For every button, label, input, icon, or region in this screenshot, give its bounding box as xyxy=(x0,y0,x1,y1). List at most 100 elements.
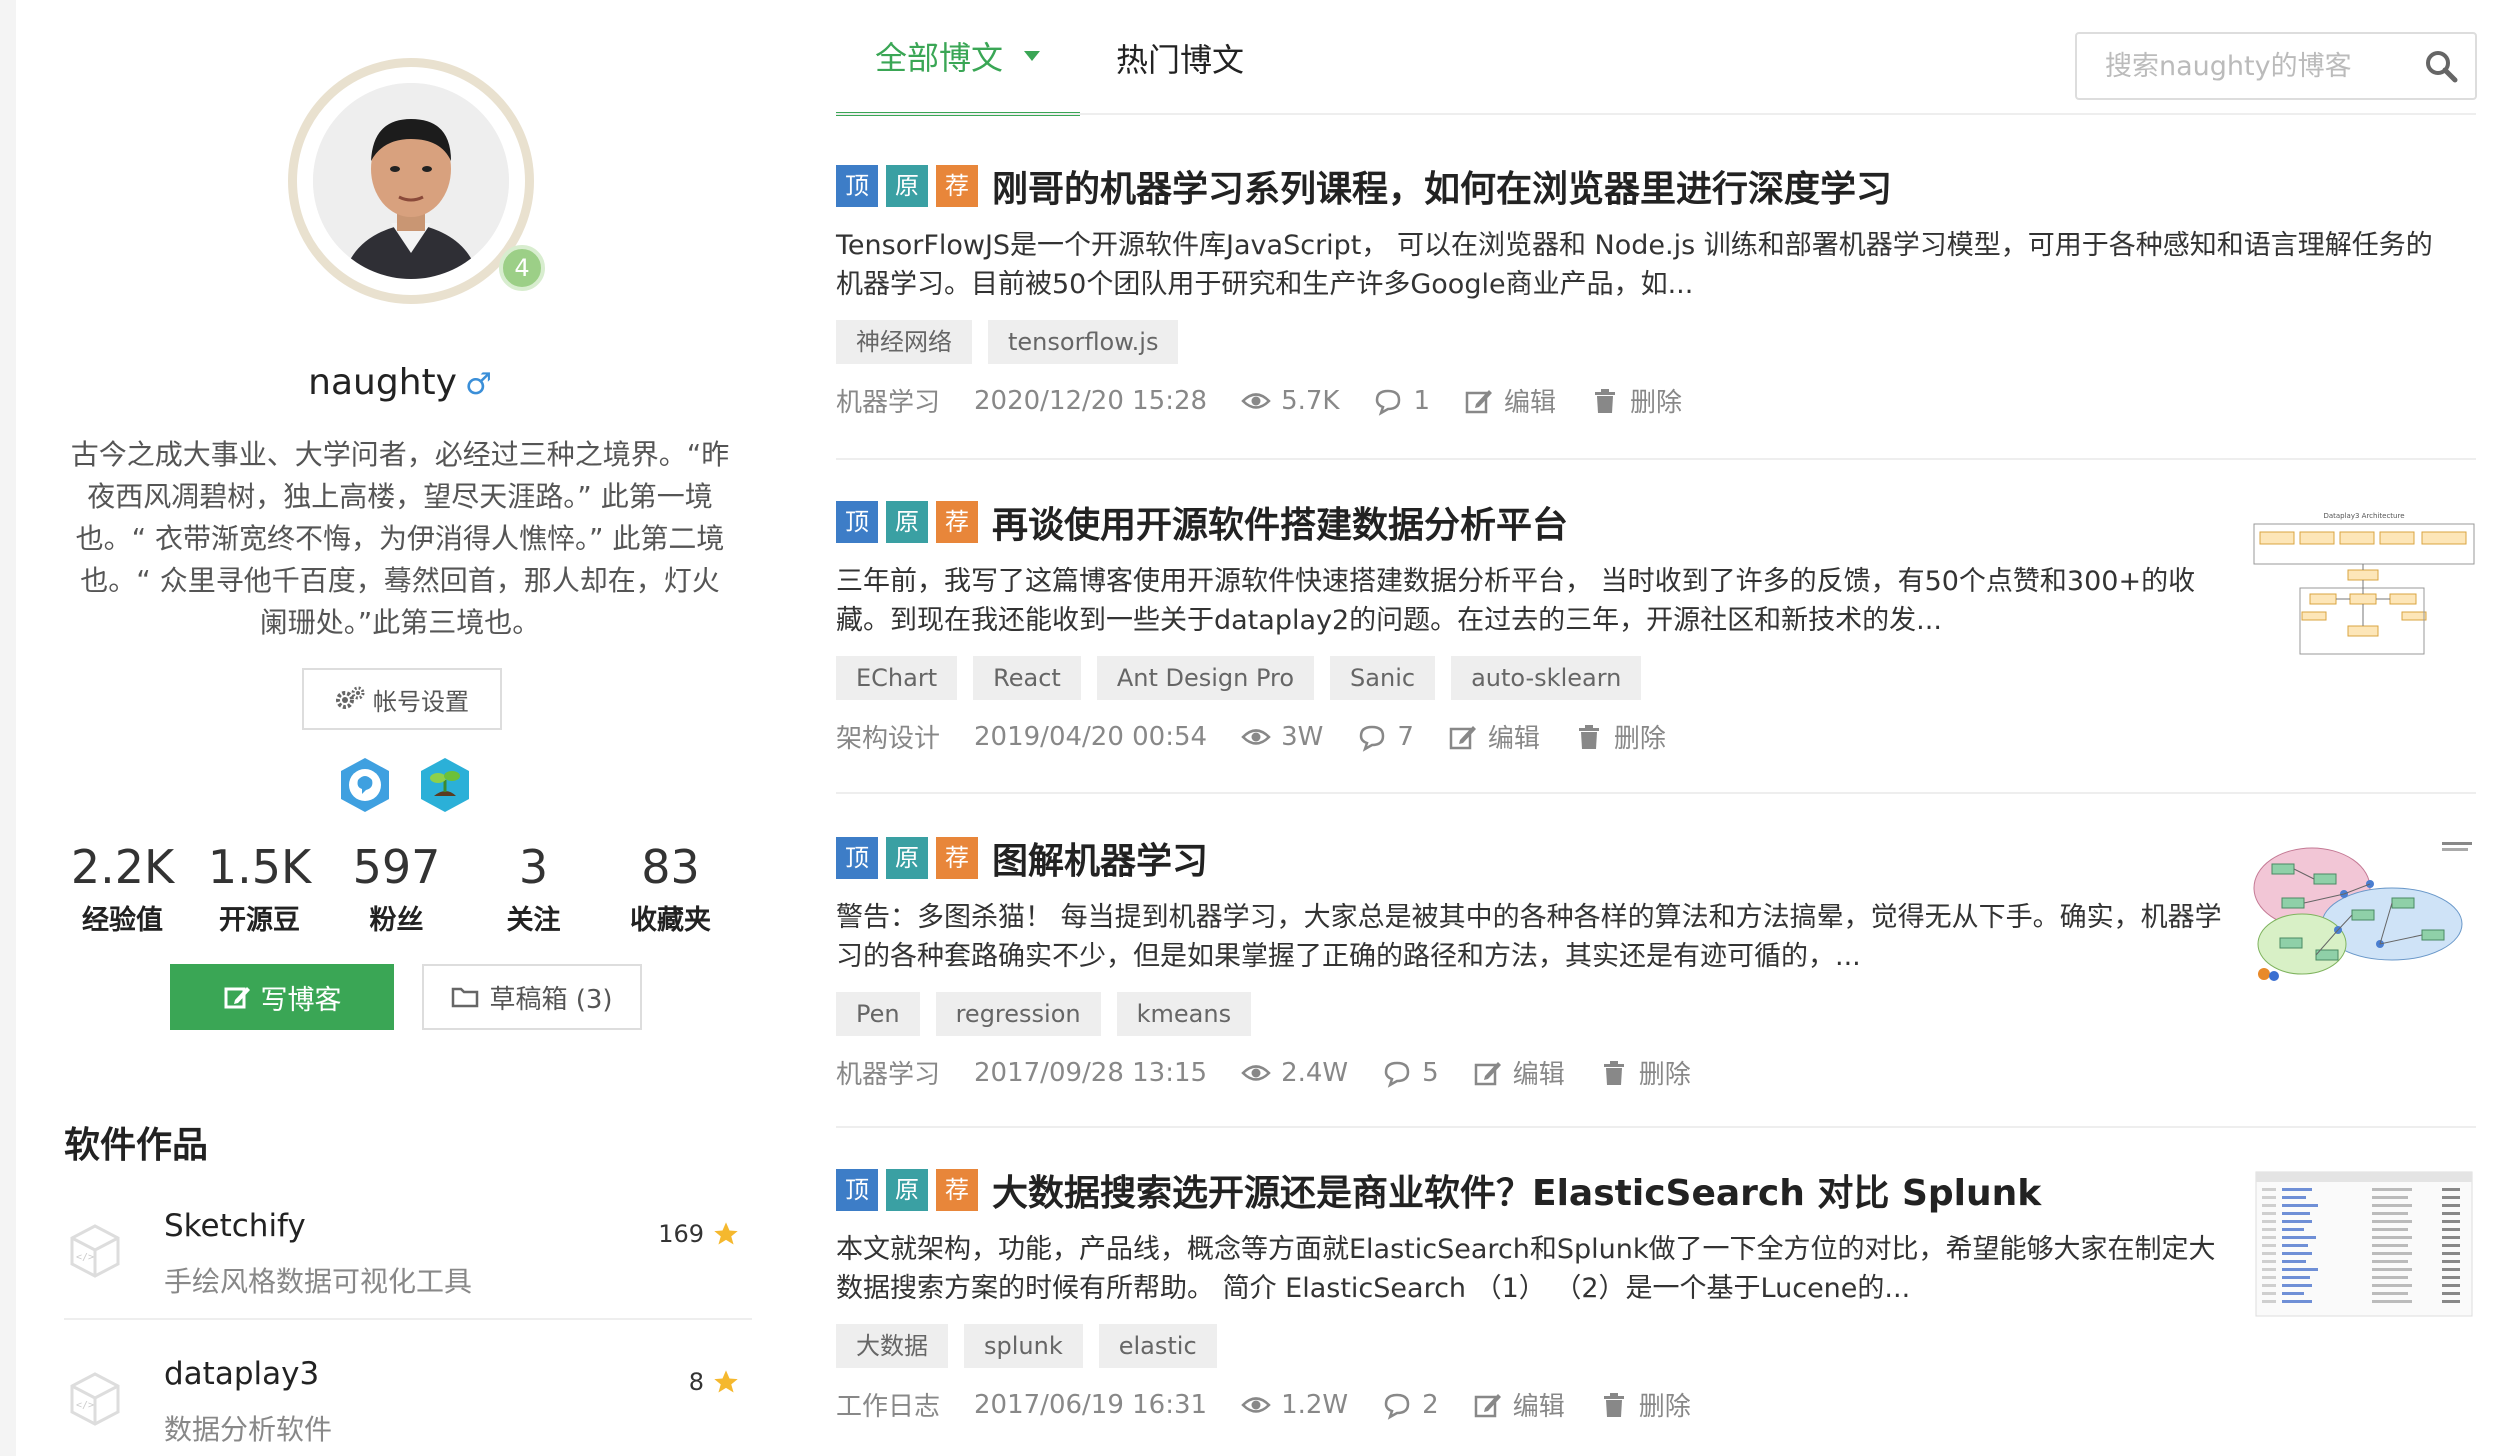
drafts-button[interactable]: 草稿箱 (3) xyxy=(422,964,642,1030)
post-tag[interactable]: elastic xyxy=(1098,1324,1217,1368)
stat-open-beans[interactable]: 1.5K 开源豆 xyxy=(191,838,328,937)
post-tags: EChart React Ant Design Pro Sanic auto-s… xyxy=(836,656,1642,700)
delete-post-button[interactable]: 删除 xyxy=(1574,718,1666,755)
edit-post-button[interactable]: 编辑 xyxy=(1464,382,1556,419)
tab-hot-posts[interactable]: 热门博文 xyxy=(1116,0,1244,116)
original-badge: 原 xyxy=(886,165,928,207)
post-views: 2.4W xyxy=(1241,1058,1348,1088)
caret-down-icon[interactable] xyxy=(1023,50,1041,62)
post-comments[interactable]: 7 xyxy=(1357,722,1414,752)
comment-badge-icon[interactable] xyxy=(336,756,394,814)
tab-hot-label: 热门博文 xyxy=(1116,41,1245,79)
star-icon xyxy=(714,1222,738,1245)
avatar[interactable] xyxy=(313,83,509,279)
post-meta: 工作日志 2017/06/19 16:31 1.2W 2 编辑 删除 xyxy=(836,1386,1725,1423)
recommended-badge: 荐 xyxy=(936,837,978,879)
original-badge: 原 xyxy=(886,1169,928,1211)
profile-panel: 4 naughty ♂ 古今之成大事业、大学问者，必经过三种之境界。“昨夜西风凋碧… xyxy=(40,0,760,1456)
post-header: 顶 原 荐 刚哥的机器学习系列课程，如何在浏览器里进行深度学习 xyxy=(836,162,1892,210)
edit-label: 编辑 xyxy=(1504,388,1557,418)
post-tag[interactable]: 神经网络 xyxy=(836,320,972,364)
post-title[interactable]: 刚哥的机器学习系列课程，如何在浏览器里进行深度学习 xyxy=(992,160,1892,212)
post-thumbnail[interactable]: Dataplay3 Architecture xyxy=(2252,508,2476,660)
edit-post-button[interactable]: 编辑 xyxy=(1473,1054,1565,1091)
thumbnail-caption: Dataplay3 Architecture xyxy=(2323,512,2404,520)
pinned-badge: 顶 xyxy=(836,1169,878,1211)
stat-followers[interactable]: 597 粉丝 xyxy=(328,838,465,937)
post-title[interactable]: 再谈使用开源软件搭建数据分析平台 xyxy=(992,496,1568,548)
post-divider xyxy=(836,458,2476,460)
original-badge: 原 xyxy=(886,837,928,879)
post-comments[interactable]: 2 xyxy=(1382,1390,1439,1420)
comment-icon xyxy=(1384,1061,1410,1088)
tab-all-posts[interactable]: 全部博文 xyxy=(836,0,1080,116)
post-tag[interactable]: Ant Design Pro xyxy=(1096,656,1315,700)
trash-icon xyxy=(1603,1060,1624,1085)
post-title[interactable]: 图解机器学习 xyxy=(992,832,1208,884)
post-views: 1.2W xyxy=(1241,1390,1348,1420)
pinned-badge: 顶 xyxy=(836,165,878,207)
software-item[interactable]: </> Sketchify 手绘风格数据可视化工具 169 xyxy=(64,1190,752,1326)
post-category[interactable]: 机器学习 xyxy=(836,382,940,419)
post-comments[interactable]: 5 xyxy=(1382,1058,1439,1088)
post-tag[interactable]: React xyxy=(973,656,1081,700)
recommended-badge: 荐 xyxy=(936,501,978,543)
folder-icon xyxy=(452,987,479,1008)
edit-label: 编辑 xyxy=(1512,1392,1565,1422)
stat-label: 粉丝 xyxy=(369,905,424,936)
eye-icon xyxy=(1241,728,1271,745)
post-tag[interactable]: auto-sklearn xyxy=(1451,656,1642,700)
post-comments[interactable]: 1 xyxy=(1373,386,1430,416)
comments-count: 5 xyxy=(1422,1057,1439,1088)
post-thumbnail[interactable] xyxy=(2252,834,2476,986)
stat-experience[interactable]: 2.2K 经验值 xyxy=(54,838,191,937)
search-input[interactable] xyxy=(2077,34,2407,98)
post-tag[interactable]: splunk xyxy=(964,1324,1083,1368)
post-category[interactable]: 架构设计 xyxy=(836,718,940,755)
eye-icon xyxy=(1241,392,1271,409)
post-category[interactable]: 机器学习 xyxy=(836,1054,940,1091)
stat-following[interactable]: 3 关注 xyxy=(465,838,602,937)
search-icon[interactable] xyxy=(2423,48,2459,84)
stat-label: 经验值 xyxy=(82,905,163,936)
delete-label: 删除 xyxy=(1638,1060,1691,1090)
post-thumbnail[interactable] xyxy=(2252,1170,2476,1322)
comment-icon xyxy=(1384,1393,1410,1420)
post-tag[interactable]: Sanic xyxy=(1330,656,1436,700)
comments-count: 1 xyxy=(1413,385,1431,416)
post-header: 顶 原 荐 大数据搜索选开源还是商业软件？ElasticSearch 对比 Sp… xyxy=(836,1166,2041,1214)
sprout-badge-icon[interactable] xyxy=(416,756,474,814)
post-category[interactable]: 工作日志 xyxy=(836,1386,940,1423)
post-tag[interactable]: 大数据 xyxy=(836,1324,948,1368)
views-count: 2.4W xyxy=(1281,1057,1349,1088)
write-blog-button[interactable]: 写博客 xyxy=(170,964,394,1030)
post-tag[interactable]: regression xyxy=(935,992,1101,1036)
post-tag[interactable]: tensorflow.js xyxy=(988,320,1179,364)
post-tag[interactable]: kmeans xyxy=(1116,992,1252,1036)
post-title[interactable]: 大数据搜索选开源还是商业软件？ElasticSearch 对比 Splunk xyxy=(992,1164,2041,1216)
delete-post-button[interactable]: 删除 xyxy=(1599,1386,1691,1423)
post-tag[interactable]: Pen xyxy=(836,992,920,1036)
edit-post-button[interactable]: 编辑 xyxy=(1473,1386,1565,1423)
post-tags: 大数据 splunk elastic xyxy=(836,1324,1217,1368)
post-tag[interactable]: EChart xyxy=(836,656,958,700)
software-name: Sketchify xyxy=(164,1208,306,1244)
post-divider xyxy=(836,792,2476,794)
comment-icon xyxy=(1360,725,1385,752)
delete-label: 删除 xyxy=(1613,724,1666,754)
account-settings-button[interactable]: 帐号设置 xyxy=(302,668,502,730)
software-stars: 8 xyxy=(689,1368,740,1396)
eye-icon xyxy=(1241,1064,1271,1081)
views-count: 5.7K xyxy=(1281,385,1340,416)
views-count: 3W xyxy=(1281,721,1324,752)
delete-post-button[interactable]: 删除 xyxy=(1599,1054,1691,1091)
trash-icon xyxy=(1603,1392,1624,1417)
delete-post-button[interactable]: 删除 xyxy=(1590,382,1682,419)
edit-post-button[interactable]: 编辑 xyxy=(1448,718,1540,755)
stat-favorites[interactable]: 83 收藏夹 xyxy=(602,838,739,937)
tab-all-label: 全部博文 xyxy=(874,39,1003,77)
star-count: 169 xyxy=(658,1220,704,1248)
profile-bio: 古今之成大事业、大学问者，必经过三种之境界。“昨夜西风凋碧树，独上高楼，望尽天涯… xyxy=(70,438,730,639)
recommended-badge: 荐 xyxy=(936,1169,978,1211)
software-item[interactable]: </> dataplay3 数据分析软件 8 xyxy=(64,1338,752,1456)
